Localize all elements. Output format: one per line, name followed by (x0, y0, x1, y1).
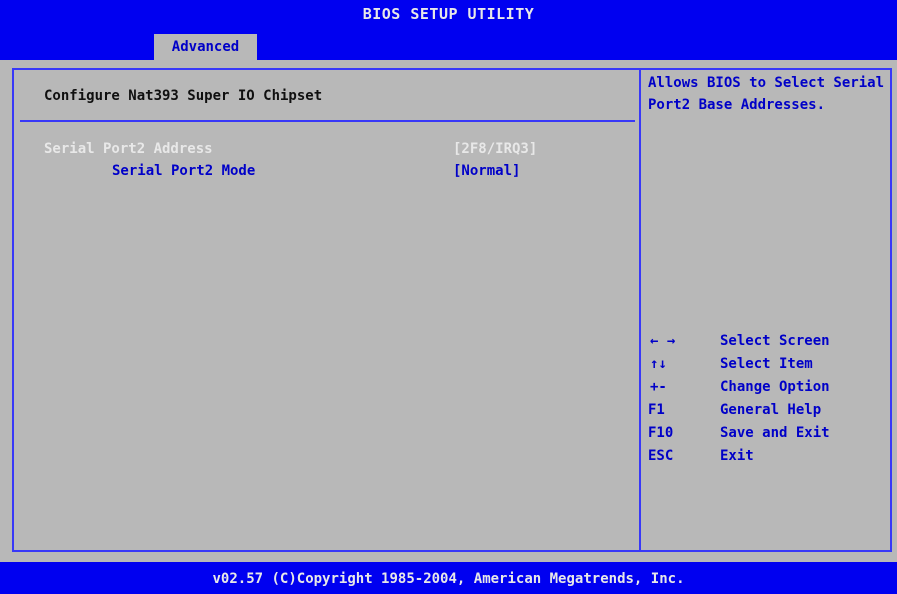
copyright-text: v02.57 (C)Copyright 1985-2004, American … (212, 571, 685, 587)
serial-port2-mode-item[interactable]: Serial Port2 Mode (112, 163, 255, 179)
legend-row-select-screen: ← → Select Screen (648, 330, 892, 353)
bios-screen: BIOS SETUP UTILITY Advanced Configure Na… (0, 0, 897, 594)
legend-key: F10 (648, 425, 674, 441)
section-divider (20, 120, 635, 122)
legend-row-exit: ESC Exit (648, 445, 892, 468)
serial-port2-address-item[interactable]: Serial Port2 Address (44, 141, 213, 157)
legend-action: Select Item (720, 356, 813, 372)
legend-action: Exit (720, 448, 754, 464)
legend-row-select-item: ↑↓ Select Item (648, 353, 892, 376)
menu-bar (0, 30, 897, 60)
legend-key: ESC (648, 448, 674, 464)
legend-row-general-help: F1 General Help (648, 399, 892, 422)
legend-key: +- (650, 379, 667, 395)
help-text: Allows BIOS to Select Serial Port2 Base … (648, 75, 885, 113)
legend-action: Change Option (720, 379, 830, 395)
legend-action: Save and Exit (720, 425, 830, 441)
legend-key: F1 (648, 402, 665, 418)
section-title: Configure Nat393 Super IO Chipset (44, 88, 323, 104)
left-right-arrows-icon: ← → (650, 333, 676, 349)
vertical-divider (639, 68, 641, 552)
up-down-arrows-icon: ↑↓ (650, 356, 667, 372)
key-legend: ← → Select Screen ↑↓ Select Item +- Change … (648, 330, 892, 468)
legend-row-change-option: +- Change Option (648, 376, 892, 399)
legend-action: Select Screen (720, 333, 830, 349)
title-bar: BIOS SETUP UTILITY (0, 0, 897, 30)
title-text: BIOS SETUP UTILITY (362, 5, 535, 23)
tab-advanced[interactable]: Advanced (154, 34, 257, 60)
legend-row-save-exit: F10 Save and Exit (648, 422, 892, 445)
legend-action: General Help (720, 402, 822, 418)
serial-port2-mode-value[interactable]: [Normal] (453, 163, 520, 179)
serial-port2-address-value[interactable]: [2F8/IRQ3] (453, 141, 537, 157)
footer-bar: v02.57 (C)Copyright 1985-2004, American … (0, 562, 897, 594)
